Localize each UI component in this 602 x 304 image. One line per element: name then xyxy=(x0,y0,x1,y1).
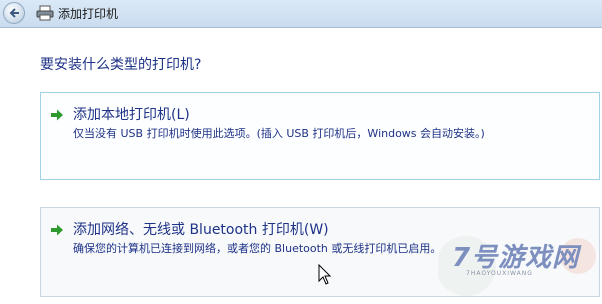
green-arrow-icon xyxy=(51,109,63,121)
back-arrow-icon xyxy=(9,8,19,18)
window-title: 添加打印机 xyxy=(58,7,119,21)
network-printer-description: 确保您的计算机已连接到网络，或者您的 Bluetooth 或无线打印机已启用。 xyxy=(73,242,442,255)
local-printer-description: 仅当没有 USB 打印机时使用此选项。(插入 USB 打印机后，Windows … xyxy=(73,127,485,140)
watermark-text: 7号游戏网 xyxy=(452,243,580,273)
local-printer-title: 添加本地打印机(L) xyxy=(73,107,190,123)
printer-icon xyxy=(36,5,54,21)
network-printer-title: 添加网络、无线或 Bluetooth 打印机(W) xyxy=(73,222,329,238)
page-question: 要安装什么类型的打印机? xyxy=(40,57,202,73)
add-local-printer-option[interactable]: 添加本地打印机(L) 仅当没有 USB 打印机时使用此选项。(插入 USB 打印… xyxy=(40,92,600,180)
watermark-subtext: 7HAOYOUXIWANG xyxy=(466,270,533,277)
mouse-cursor-icon xyxy=(318,264,332,285)
green-arrow-icon xyxy=(51,224,63,236)
title-bar: 添加打印机 xyxy=(0,0,602,28)
back-button[interactable] xyxy=(3,2,25,24)
